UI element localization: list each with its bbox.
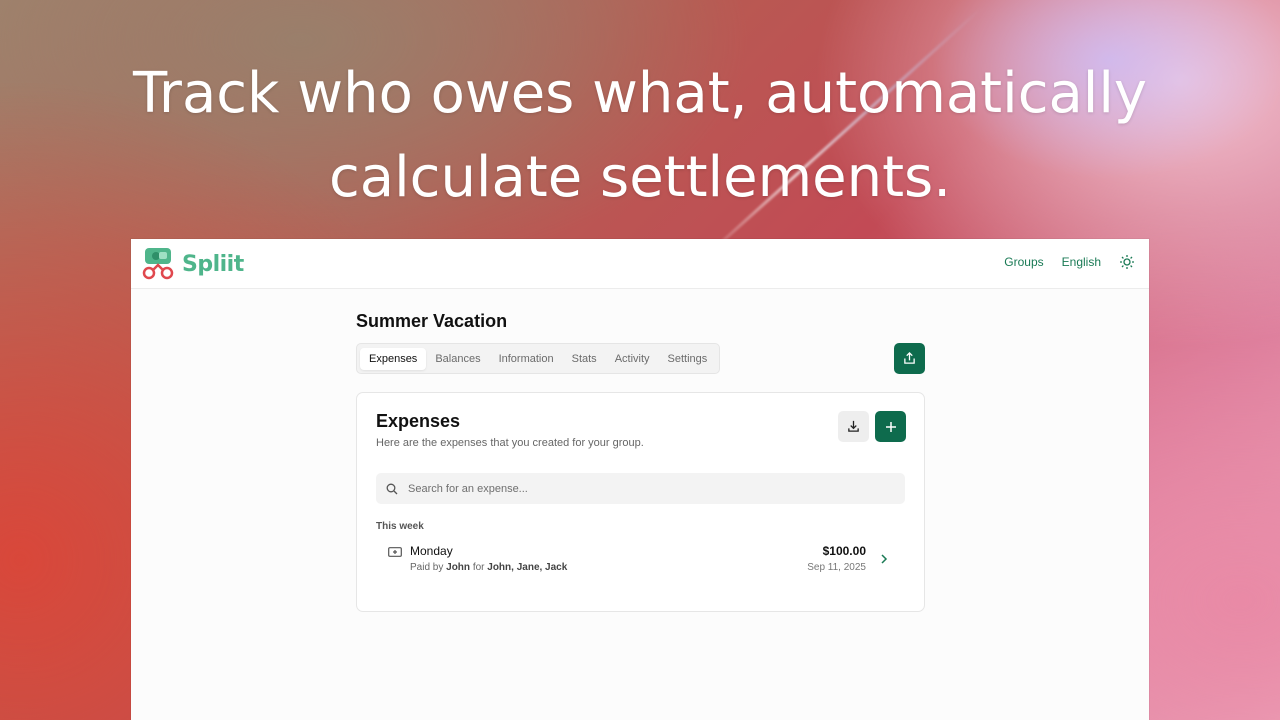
expense-participants: John, Jane, Jack — [487, 562, 568, 573]
group-page: Summer Vacation Expenses Balances Inform… — [356, 311, 925, 612]
expense-search[interactable] — [376, 473, 905, 504]
expense-payer: John — [446, 562, 471, 573]
language-selector[interactable]: English — [1062, 255, 1101, 269]
tab-activity[interactable]: Activity — [606, 348, 659, 370]
expense-amount: $100.00 — [822, 544, 866, 558]
section-label-this-week: This week — [376, 521, 424, 532]
share-button[interactable] — [894, 343, 925, 374]
app-window: Spliit Groups English Summer Vacation Ex… — [131, 239, 1149, 720]
top-nav-links: Groups English — [1004, 254, 1135, 270]
expenses-card: Expenses Here are the expenses that you … — [356, 392, 925, 612]
tab-balances[interactable]: Balances — [426, 348, 489, 370]
add-expense-button[interactable] — [875, 411, 906, 442]
search-input[interactable] — [406, 481, 870, 496]
sun-icon[interactable] — [1119, 254, 1135, 270]
top-navbar: Spliit Groups English — [131, 239, 1149, 289]
expense-paid-by: Paid by John for John, Jane, Jack — [410, 562, 567, 573]
search-icon — [386, 483, 398, 494]
share-icon — [904, 352, 915, 364]
group-tabs: Expenses Balances Information Stats Acti… — [356, 343, 721, 374]
expenses-card-description: Here are the expenses that you created f… — [376, 437, 644, 449]
for-label: for — [472, 562, 485, 573]
headline-line-1: Track who owes what, automatically — [132, 61, 1148, 126]
download-icon — [848, 420, 859, 432]
group-tabs-row: Expenses Balances Information Stats Acti… — [356, 343, 925, 374]
tab-expenses[interactable]: Expenses — [360, 347, 427, 370]
expense-title: Monday — [410, 544, 453, 558]
export-button[interactable] — [838, 411, 869, 442]
tab-information[interactable]: Information — [490, 348, 563, 370]
expense-list-item[interactable]: Monday Paid by John for John, Jane, Jack… — [376, 544, 905, 586]
plus-icon — [885, 421, 896, 432]
nav-groups-link[interactable]: Groups — [1004, 255, 1043, 269]
promo-headline: Track who owes what, automatically calcu… — [0, 52, 1280, 220]
expenses-card-actions — [838, 411, 906, 442]
expenses-card-title: Expenses — [376, 411, 461, 431]
tab-settings[interactable]: Settings — [659, 348, 717, 370]
paid-by-label: Paid by — [410, 562, 444, 573]
expense-date: Sep 11, 2025 — [807, 562, 866, 573]
tab-stats[interactable]: Stats — [563, 348, 606, 370]
headline-line-2: calculate settlements. — [328, 145, 951, 210]
receipt-icon — [388, 547, 402, 557]
group-title: Summer Vacation — [356, 311, 508, 331]
brand-name: Spliit — [182, 251, 244, 277]
spliit-logo-icon — [142, 248, 174, 280]
chevron-right-icon — [881, 554, 888, 564]
brand-logo[interactable]: Spliit — [140, 246, 244, 282]
